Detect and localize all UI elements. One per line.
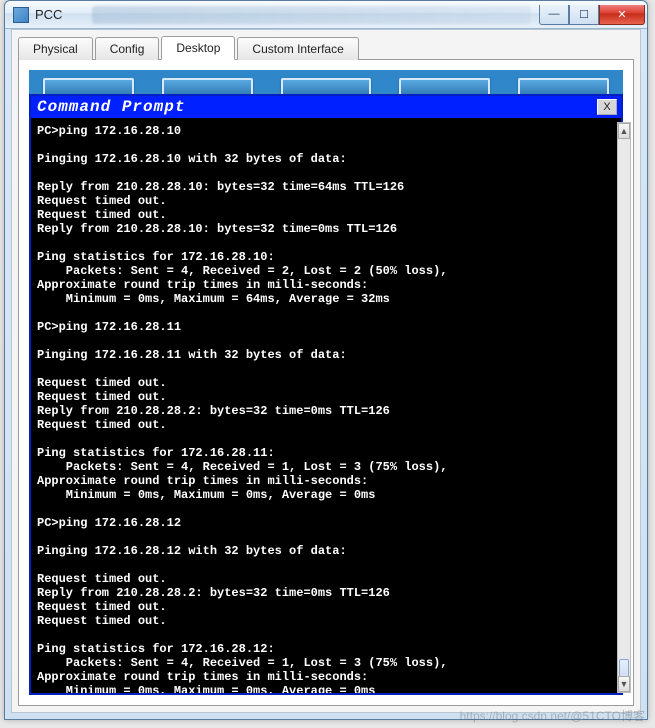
titlebar-blur [92,6,531,24]
titlebar[interactable]: PCC — ☐ ✕ [5,1,647,29]
tab-body: Command Prompt X PC>ping 172.16.28.10 Pi… [18,60,634,706]
maximize-button[interactable]: ☐ [569,5,599,25]
desktop-background: Command Prompt X PC>ping 172.16.28.10 Pi… [29,70,623,695]
command-prompt-close-button[interactable]: X [597,99,617,115]
app-window: PCC — ☐ ✕ Physical Config Desktop Custom… [4,0,648,720]
tab-desktop[interactable]: Desktop [161,36,235,60]
window-title: PCC [35,7,62,22]
vertical-scrollbar[interactable]: ▲ ▼ [617,122,631,693]
command-prompt-title: Command Prompt [37,98,185,116]
tabstrip: Physical Config Desktop Custom Interface [18,36,634,60]
scroll-up-button[interactable]: ▲ [618,123,630,139]
scroll-track[interactable] [618,139,630,676]
tab-config[interactable]: Config [95,37,160,60]
terminal-output[interactable]: PC>ping 172.16.28.10 Pinging 172.16.28.1… [31,118,621,693]
client-area: Physical Config Desktop Custom Interface… [11,29,641,713]
terminal-text: PC>ping 172.16.28.10 Pinging 172.16.28.1… [37,124,615,693]
window-buttons: — ☐ ✕ [539,5,645,25]
tab-custom-interface[interactable]: Custom Interface [237,37,358,60]
command-prompt-titlebar[interactable]: Command Prompt X [31,96,621,118]
app-icon [13,7,29,23]
close-button[interactable]: ✕ [599,5,645,25]
scroll-down-button[interactable]: ▼ [618,676,630,692]
tab-physical[interactable]: Physical [18,37,93,60]
command-prompt-window: Command Prompt X PC>ping 172.16.28.10 Pi… [29,94,623,695]
minimize-button[interactable]: — [539,5,569,25]
